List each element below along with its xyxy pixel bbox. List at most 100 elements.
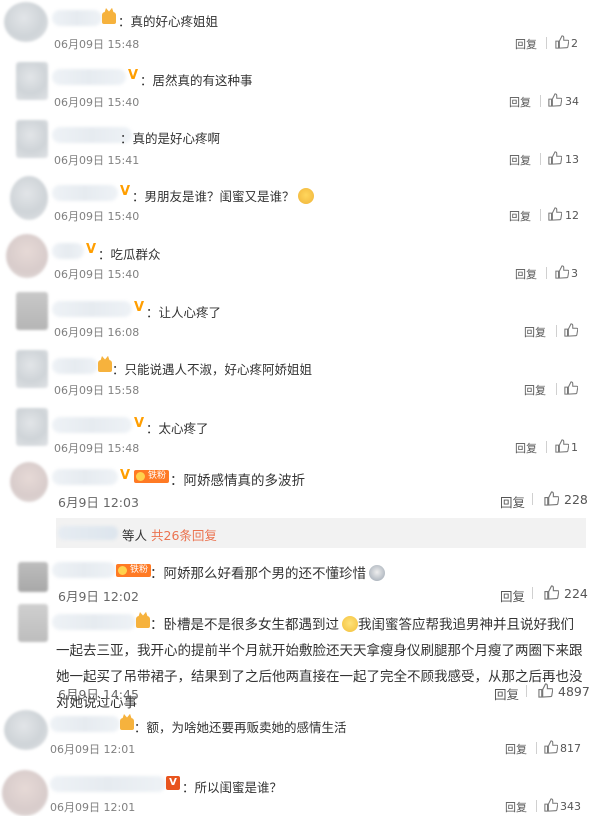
divider: [546, 267, 547, 279]
vip-icon: V: [85, 242, 97, 257]
like-icon[interactable]: [548, 151, 562, 165]
username[interactable]: [52, 358, 98, 374]
reply-button[interactable]: 回复: [524, 382, 546, 398]
comment-item: ：额，为啥她还要再贩卖她的感情生活 06月09日 12:01 回复 817: [0, 708, 600, 764]
reply-button[interactable]: 回复: [500, 492, 525, 511]
comment-text: ：所以闺蜜是谁？: [182, 780, 283, 795]
divider: [536, 742, 537, 754]
like-icon[interactable]: [548, 93, 562, 107]
reply-button[interactable]: 回复: [494, 684, 519, 703]
reply-button[interactable]: 回复: [515, 36, 537, 52]
divider: [540, 153, 541, 165]
username[interactable]: [52, 10, 102, 26]
like-icon[interactable]: [538, 683, 553, 698]
comment-item: V ：居然真的有这种事 06月09日 15:40 回复 34: [0, 58, 600, 116]
divider: [532, 587, 533, 599]
reply-button[interactable]: 回复: [524, 324, 546, 340]
reply-button[interactable]: 回复: [505, 799, 527, 815]
avatar[interactable]: [10, 176, 48, 220]
username[interactable]: [52, 417, 132, 433]
reply-button[interactable]: 回复: [509, 94, 531, 110]
like-count: 224: [564, 586, 588, 601]
username[interactable]: [52, 301, 132, 317]
reply-button[interactable]: 回复: [505, 741, 527, 757]
avatar[interactable]: [16, 62, 48, 100]
like-count: 817: [560, 742, 581, 755]
username[interactable]: [50, 776, 166, 792]
like-icon[interactable]: [548, 207, 562, 221]
comment-item: ：只能说遇人不淑，好心疼阿娇姐姐 06月09日 15:58 回复: [0, 348, 600, 406]
timestamp: 06月09日 15:48: [54, 442, 140, 455]
like-icon[interactable]: [555, 35, 569, 49]
like-icon[interactable]: [564, 381, 578, 395]
like-icon[interactable]: [544, 798, 558, 812]
comment-text: ：真的是好心疼啊: [120, 131, 221, 146]
like-icon[interactable]: [555, 439, 569, 453]
avatar[interactable]: [16, 350, 48, 388]
username[interactable]: [52, 243, 84, 259]
timestamp: 6月9日 12:03: [58, 495, 139, 510]
divider: [536, 800, 537, 812]
avatar[interactable]: [4, 2, 48, 42]
comment-item: 铁粉 ：阿娇那么好看那个男的还不懂珍惜 6月9日 12:02 回复 224: [0, 552, 600, 604]
fans-badge: 铁粉: [116, 564, 152, 577]
comment-item: ：真的好心疼姐姐 06月09日 15:48 回复 2: [0, 0, 600, 58]
avatar[interactable]: [6, 234, 48, 278]
view-replies-link[interactable]: 共26条回复: [151, 528, 217, 543]
comment-text: ：让人心疼了: [146, 305, 222, 320]
divider: [532, 493, 533, 505]
crown-icon: [98, 360, 112, 372]
timestamp: 06月09日 15:41: [54, 154, 140, 167]
like-icon[interactable]: [564, 323, 578, 337]
reply-button[interactable]: 回复: [515, 440, 537, 456]
avatar[interactable]: [16, 292, 48, 330]
like-icon[interactable]: [544, 740, 558, 754]
fans-badge: 铁粉: [134, 470, 170, 483]
reply-button[interactable]: 回复: [509, 208, 531, 224]
like-icon[interactable]: [544, 585, 559, 600]
face-emoji-icon: [369, 565, 385, 581]
like-count: 13: [565, 153, 579, 166]
reply-button[interactable]: 回复: [509, 152, 531, 168]
comment-text: ：额，为啥她还要再贩卖她的感情生活: [134, 720, 347, 735]
like-count: 1: [571, 441, 578, 454]
like-count: 3: [571, 267, 578, 280]
avatar[interactable]: [18, 562, 48, 592]
like-count: 343: [560, 800, 581, 813]
avatar[interactable]: [2, 770, 48, 816]
comment-text: ：太心疼了: [146, 421, 209, 436]
username[interactable]: [52, 562, 116, 578]
avatar[interactable]: [16, 120, 48, 158]
comment-text: ：阿娇那么好看那个男的还不懂珍惜: [150, 562, 385, 582]
comment-item: V ：让人心疼了 06月09日 16:08 回复: [0, 290, 600, 348]
comment-text: ：只能说遇人不淑，好心疼阿娇姐姐: [112, 362, 313, 377]
comment-text: ：男朋友是谁？闺蜜又是谁？: [132, 186, 314, 205]
username[interactable]: [52, 469, 118, 485]
divider: [546, 37, 547, 49]
comment-item: V 铁粉 ：阿娇感情真的多波折 6月9日 12:03 回复 228: [0, 460, 600, 518]
timestamp: 6月9日 14:45: [58, 687, 139, 702]
like-icon[interactable]: [555, 265, 569, 279]
comment-item: V ：吃瓜群众 06月09日 15:40 回复 3: [0, 232, 600, 290]
divider: [556, 325, 557, 337]
like-icon[interactable]: [544, 491, 559, 506]
vip-icon: V: [119, 468, 131, 483]
like-count: 4897: [558, 684, 590, 699]
divider: [546, 441, 547, 453]
reply-summary-bar[interactable]: 等人 共26条回复: [56, 518, 586, 548]
ok-emoji-icon: [342, 616, 358, 632]
divider: [556, 383, 557, 395]
avatar[interactable]: [16, 408, 48, 446]
username[interactable]: [52, 185, 118, 201]
like-count: 12: [565, 209, 579, 222]
vip-icon: V: [133, 300, 145, 315]
avatar[interactable]: [18, 604, 48, 642]
vip-icon: V: [127, 68, 139, 83]
avatar[interactable]: [4, 710, 48, 750]
username[interactable]: [50, 716, 120, 732]
reply-button[interactable]: 回复: [515, 266, 537, 282]
avatar[interactable]: [10, 462, 48, 502]
crown-icon: [120, 718, 134, 730]
username[interactable]: [52, 69, 126, 85]
comment-item: V ：男朋友是谁？闺蜜又是谁？ 06月09日 15:40 回复 12: [0, 174, 600, 232]
